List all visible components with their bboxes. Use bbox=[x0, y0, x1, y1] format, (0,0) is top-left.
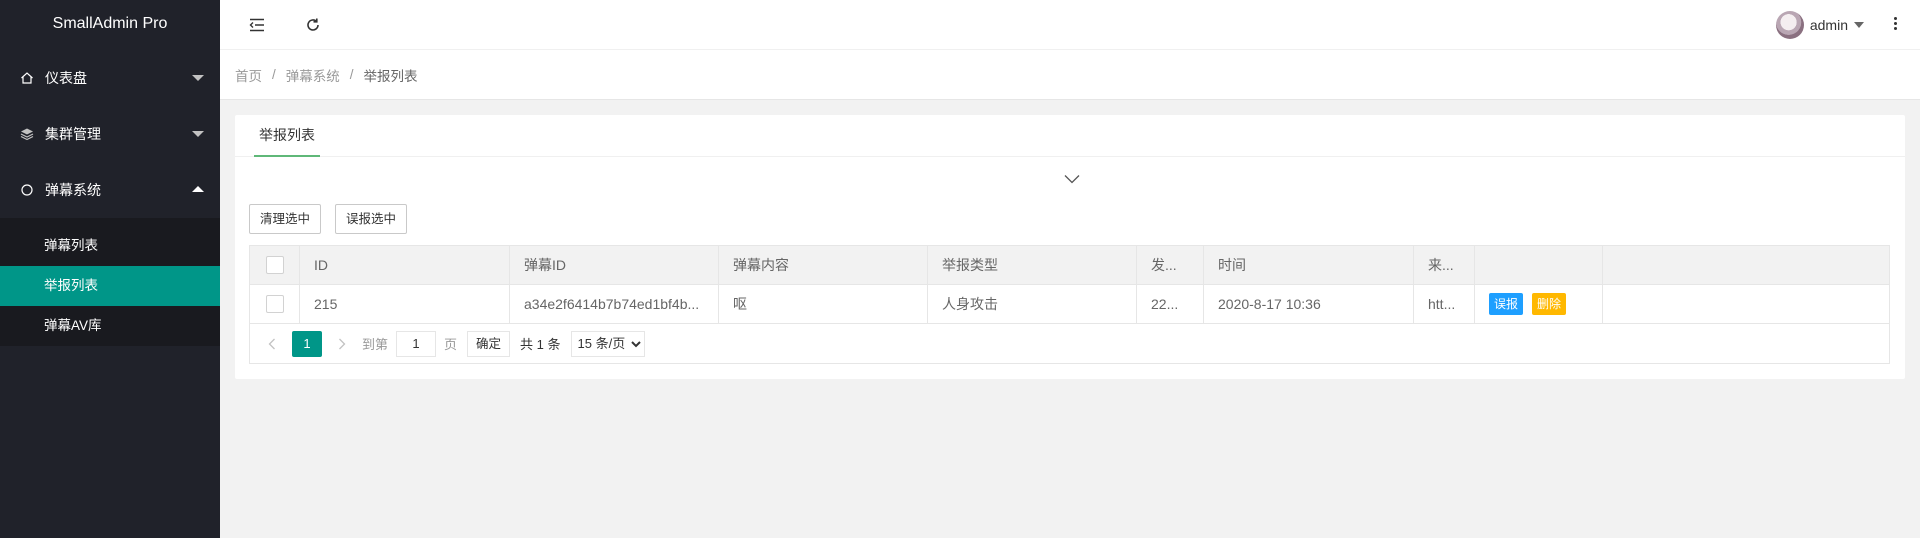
breadcrumb-current: 举报列表 bbox=[363, 68, 418, 84]
sidebar-item-label: 集群管理 bbox=[45, 126, 101, 142]
user-menu[interactable]: admin bbox=[1775, 11, 1864, 39]
breadcrumb-home[interactable]: 首页 bbox=[235, 65, 262, 85]
next-page-icon[interactable] bbox=[332, 330, 352, 358]
refresh-icon[interactable] bbox=[301, 13, 325, 37]
chevron-up-icon bbox=[192, 186, 204, 192]
column-header[interactable]: 来... bbox=[1414, 246, 1475, 284]
home-icon bbox=[20, 71, 34, 85]
sidebar-subitem-report-list[interactable]: 举报列表 bbox=[0, 266, 220, 306]
goto-label: 到第 bbox=[362, 337, 389, 352]
sidebar-item-cluster[interactable]: 集群管理 bbox=[0, 106, 220, 162]
breadcrumb: 首页 / 弹幕系统 / 举报列表 bbox=[220, 50, 1920, 100]
caret-down-icon bbox=[1854, 22, 1864, 28]
avatar bbox=[1775, 11, 1804, 39]
column-header-actions bbox=[1475, 246, 1603, 284]
misreport-selected-button[interactable]: 误报选中 bbox=[335, 204, 408, 234]
app-logo[interactable]: SmallAdmin Pro bbox=[0, 0, 220, 50]
column-header[interactable]: ID bbox=[300, 246, 510, 284]
column-header[interactable]: 弹幕ID bbox=[510, 246, 719, 284]
cell-id: 215 bbox=[300, 285, 510, 323]
action-buttons: 清理选中 误报选中 bbox=[249, 204, 408, 234]
cell-actions: 误报 删除 bbox=[1475, 285, 1603, 323]
user-name: admin bbox=[1809, 17, 1848, 33]
chevron-down-icon bbox=[192, 75, 204, 81]
total-count: 共 1 条 bbox=[520, 337, 561, 352]
tab-report-list[interactable]: 举报列表 bbox=[254, 115, 320, 157]
column-header[interactable]: 举报类型 bbox=[928, 246, 1137, 284]
tab-bar: 举报列表 bbox=[235, 115, 1905, 157]
sidebar-item-danmaku[interactable]: 弹幕系统 bbox=[0, 162, 220, 218]
sidebar-item-label: 仪表盘 bbox=[45, 70, 87, 86]
sidebar-subitem-danmaku-av[interactable]: 弹幕AV库 bbox=[0, 306, 220, 346]
sidebar-item-label: 弹幕系统 bbox=[45, 182, 101, 198]
cell-time: 2020-8-17 10:36 bbox=[1204, 285, 1414, 323]
row-checkbox[interactable] bbox=[265, 295, 284, 313]
column-header[interactable]: 时间 bbox=[1204, 246, 1414, 284]
sidebar-item-dashboard[interactable]: 仪表盘 bbox=[0, 50, 220, 106]
chevron-down-icon bbox=[192, 131, 204, 137]
clear-selected-button[interactable]: 清理选中 bbox=[249, 204, 322, 234]
cell-report-type: 人身攻击 bbox=[928, 285, 1137, 323]
page-number-current[interactable]: 1 bbox=[292, 330, 322, 357]
sidebar-subitem-danmaku-list[interactable]: 弹幕列表 bbox=[0, 226, 220, 266]
circle-icon bbox=[20, 183, 34, 197]
table-header-row: ID 弹幕ID 弹幕内容 举报类型 发... 时间 来... bbox=[250, 246, 1889, 285]
breadcrumb-separator: / bbox=[272, 67, 276, 82]
pagination: 1 到第 页 确定 共 1 条 15 条/页 bbox=[250, 324, 1889, 363]
cell-content: 呕 bbox=[719, 285, 928, 323]
page-unit-label: 页 bbox=[444, 337, 458, 352]
sidebar-submenu: 弹幕列表 举报列表 弹幕AV库 bbox=[0, 218, 220, 346]
page-size-select[interactable]: 15 条/页 bbox=[570, 330, 645, 357]
table-row[interactable]: 215 a34e2f6414b7b74ed1bf4b... 呕 人身攻击 22.… bbox=[250, 285, 1889, 324]
goto-confirm-button[interactable]: 确定 bbox=[467, 330, 511, 357]
goto-page-input[interactable] bbox=[396, 330, 437, 357]
menu-toggle-icon[interactable] bbox=[245, 13, 269, 37]
report-table: ID 弹幕ID 弹幕内容 举报类型 发... 时间 来... 215 a34e2… bbox=[249, 245, 1890, 364]
sidebar: SmallAdmin Pro 仪表盘 集群管理 弹幕系统 弹幕列表 举报列表 弹… bbox=[0, 0, 220, 538]
column-header[interactable]: 弹幕内容 bbox=[719, 246, 928, 284]
delete-button[interactable]: 删除 bbox=[1532, 293, 1567, 315]
main-card: 举报列表 清理选中 误报选中 ID 弹幕ID 弹幕内容 举报类型 发... 时间… bbox=[235, 115, 1905, 379]
cell-source: htt... bbox=[1414, 285, 1475, 323]
top-header: admin bbox=[220, 0, 1920, 50]
breadcrumb-danmaku[interactable]: 弹幕系统 bbox=[286, 65, 340, 85]
select-all-checkbox[interactable] bbox=[265, 256, 284, 274]
layers-icon bbox=[20, 127, 34, 141]
misreport-button[interactable]: 误报 bbox=[1489, 293, 1524, 315]
cell-sender: 22... bbox=[1137, 285, 1204, 323]
prev-page-icon[interactable] bbox=[262, 330, 282, 358]
chevron-down-icon[interactable] bbox=[1064, 171, 1080, 184]
breadcrumb-separator: / bbox=[349, 67, 354, 82]
cell-danmaku-id: a34e2f6414b7b74ed1bf4b... bbox=[510, 285, 719, 323]
more-vertical-icon[interactable] bbox=[1892, 15, 1898, 35]
column-header[interactable]: 发... bbox=[1137, 246, 1204, 284]
